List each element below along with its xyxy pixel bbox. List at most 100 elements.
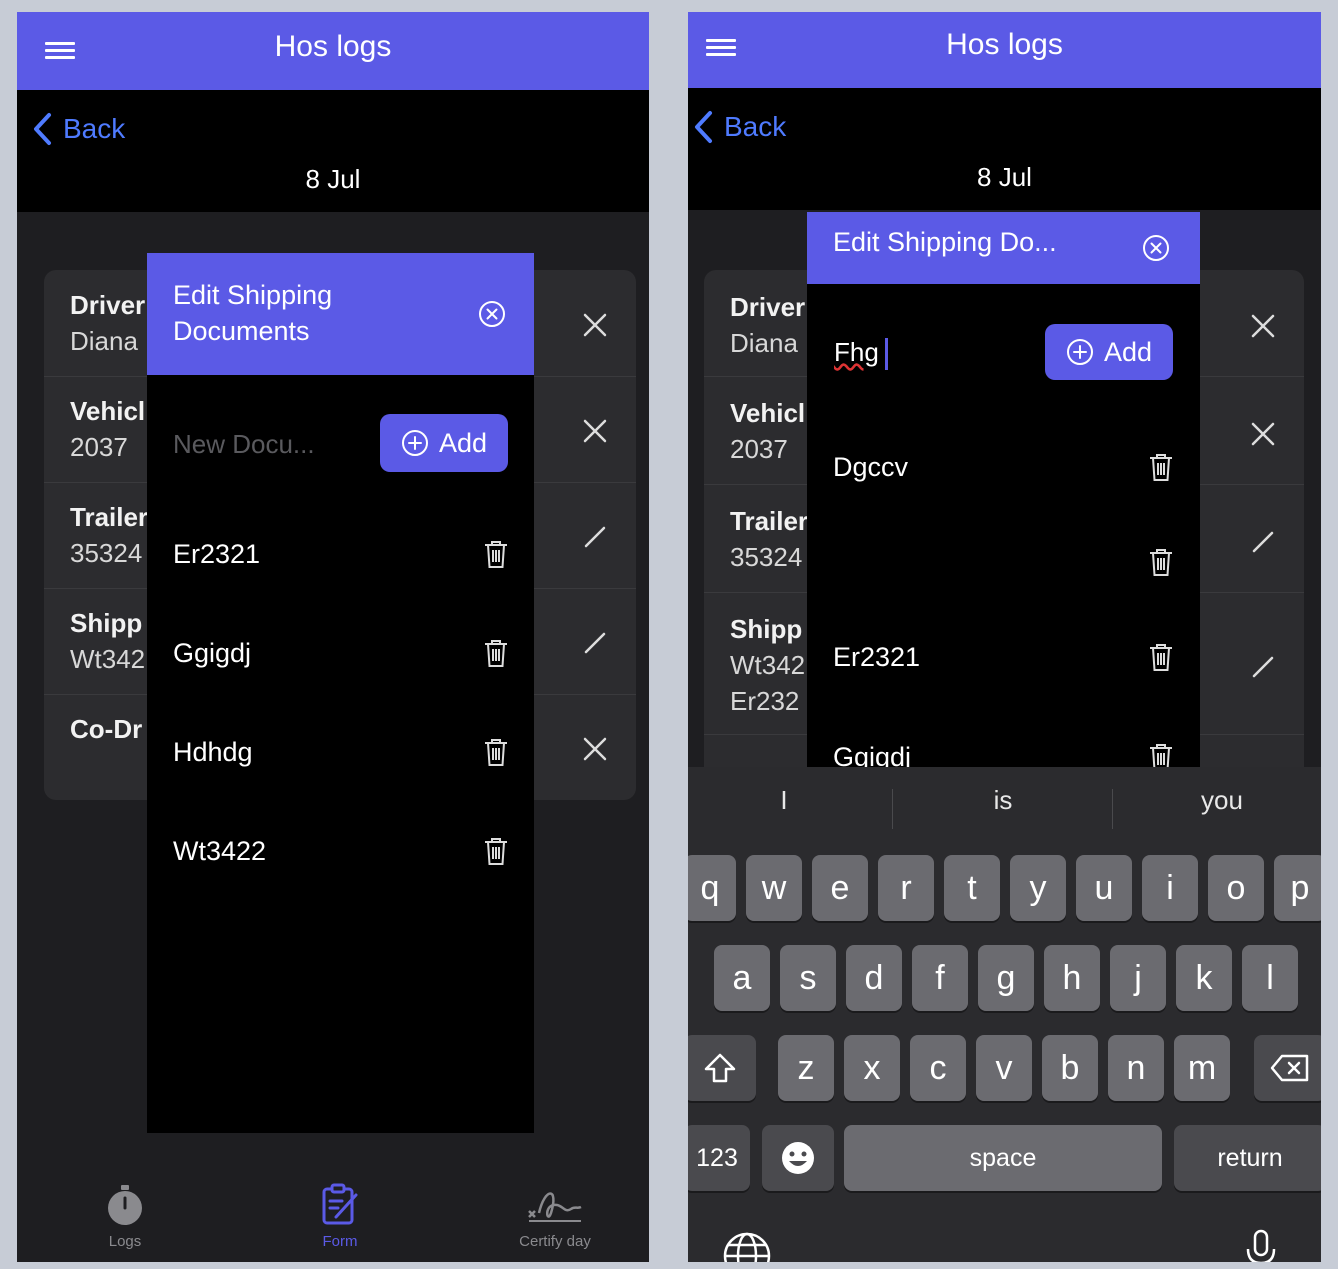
globe-icon[interactable]: [722, 1232, 772, 1262]
key-n[interactable]: n: [1108, 1035, 1164, 1101]
add-label: Add: [438, 427, 488, 458]
numbers-key[interactable]: 123: [688, 1125, 750, 1191]
document-row: Hdhdg: [173, 733, 508, 773]
key-j[interactable]: j: [1110, 945, 1166, 1011]
trash-icon[interactable]: [1149, 742, 1173, 767]
date-header: Back 8 Jul: [688, 88, 1321, 210]
back-button[interactable]: Back: [692, 110, 786, 144]
backspace-key[interactable]: [1254, 1035, 1321, 1101]
document-name: Wt3422: [173, 836, 267, 866]
input-value: Fhg: [834, 337, 879, 367]
date-header: Back 8 Jul: [17, 90, 649, 212]
pencil-icon[interactable]: [582, 524, 608, 550]
tab-certify-day[interactable]: Certify day: [495, 1183, 615, 1250]
pencil-icon[interactable]: [582, 630, 608, 656]
close-circle-icon[interactable]: [1142, 234, 1170, 262]
trash-icon[interactable]: [484, 737, 508, 767]
key-g[interactable]: g: [978, 945, 1034, 1011]
backspace-icon: [1270, 1054, 1309, 1082]
stopwatch-icon: [108, 1185, 142, 1225]
pencil-icon[interactable]: [1250, 654, 1276, 680]
tab-form[interactable]: Form: [280, 1183, 400, 1250]
key-h[interactable]: h: [1044, 945, 1100, 1011]
trash-icon[interactable]: [1149, 642, 1173, 672]
shift-key[interactable]: [688, 1035, 756, 1101]
key-b[interactable]: b: [1042, 1035, 1098, 1101]
emoji-key[interactable]: [762, 1125, 834, 1191]
row-value: Diana: [730, 328, 798, 358]
key-p[interactable]: p: [1274, 855, 1321, 921]
key-y[interactable]: y: [1010, 855, 1066, 921]
modal-title-line1: Edit Shipping: [173, 280, 333, 310]
key-m[interactable]: m: [1174, 1035, 1230, 1101]
app-title: Hos logs: [274, 30, 392, 63]
modal-header: Edit Shipping Documents: [147, 253, 534, 375]
key-r[interactable]: r: [878, 855, 934, 921]
tab-logs[interactable]: Logs: [65, 1183, 185, 1250]
key-w[interactable]: w: [746, 855, 802, 921]
phone-screen-left: Hos logs Back 8 Jul Driver Diana Vehicl …: [17, 12, 649, 1262]
row-value: 2037: [730, 434, 788, 464]
key-f[interactable]: f: [912, 945, 968, 1011]
trash-icon[interactable]: [1149, 452, 1173, 482]
key-a[interactable]: a: [714, 945, 770, 1011]
key-v[interactable]: v: [976, 1035, 1032, 1101]
key-e[interactable]: e: [812, 855, 868, 921]
suggestion-3[interactable]: you: [1112, 785, 1321, 816]
modal-title: Edit Shipping Do...: [833, 227, 1057, 257]
chevron-left-icon: [34, 113, 51, 145]
back-button[interactable]: Back: [31, 112, 125, 146]
key-z[interactable]: z: [778, 1035, 834, 1101]
app-title: Hos logs: [946, 28, 1063, 61]
close-icon[interactable]: [582, 418, 608, 444]
close-icon[interactable]: [1250, 313, 1276, 339]
close-icon[interactable]: [582, 312, 608, 338]
key-t[interactable]: t: [944, 855, 1000, 921]
row-value: 35324: [730, 542, 803, 572]
on-screen-keyboard: I is you q w e r t y u i o p a s d f g h…: [688, 767, 1321, 1262]
row-value: Wt342: [70, 644, 146, 674]
close-icon[interactable]: [1250, 421, 1276, 447]
add-document-button[interactable]: Add: [380, 414, 508, 472]
key-q[interactable]: q: [688, 855, 736, 921]
space-key[interactable]: space: [844, 1125, 1162, 1191]
close-circle-icon[interactable]: [478, 300, 506, 328]
pencil-icon[interactable]: [1250, 529, 1276, 555]
new-document-input[interactable]: New Docu...: [173, 429, 343, 460]
return-key[interactable]: return: [1174, 1125, 1321, 1191]
key-o[interactable]: o: [1208, 855, 1264, 921]
add-label: Add: [1103, 336, 1153, 367]
trash-icon[interactable]: [1149, 547, 1173, 577]
key-l[interactable]: l: [1242, 945, 1298, 1011]
edit-shipping-documents-modal: Edit Shipping Do... Fhg Add Dgccv Er2321…: [807, 212, 1200, 767]
row-label: Driver: [70, 290, 146, 320]
microphone-icon[interactable]: [1244, 1229, 1278, 1262]
key-s[interactable]: s: [780, 945, 836, 1011]
key-k[interactable]: k: [1176, 945, 1232, 1011]
suggestion-1[interactable]: I: [688, 785, 894, 816]
key-i[interactable]: i: [1142, 855, 1198, 921]
trash-icon[interactable]: [484, 539, 508, 569]
row-value: 35324: [70, 538, 143, 568]
tab-label: Form: [322, 1233, 358, 1250]
new-document-input[interactable]: Fhg: [834, 337, 888, 371]
edit-shipping-documents-modal: Edit Shipping Documents New Docu... Add …: [147, 253, 534, 1133]
app-header: Hos logs: [688, 12, 1321, 88]
document-row: Er2321: [173, 535, 508, 575]
suggestion-2[interactable]: is: [893, 785, 1113, 816]
document-name: Dgccv: [833, 452, 909, 482]
trash-icon[interactable]: [484, 638, 508, 668]
add-document-button[interactable]: Add: [1045, 324, 1173, 380]
tab-label: Certify day: [519, 1233, 591, 1250]
row-label: Trailer: [730, 506, 809, 536]
tab-label: Logs: [108, 1233, 142, 1250]
key-x[interactable]: x: [844, 1035, 900, 1101]
trash-icon[interactable]: [484, 836, 508, 866]
plus-circle-icon: [1066, 339, 1093, 365]
shift-arrow-icon: [704, 1053, 736, 1083]
key-u[interactable]: u: [1076, 855, 1132, 921]
key-d[interactable]: d: [846, 945, 902, 1011]
key-c[interactable]: c: [910, 1035, 966, 1101]
close-icon[interactable]: [582, 736, 608, 762]
row-value-second: Er232: [730, 686, 800, 716]
